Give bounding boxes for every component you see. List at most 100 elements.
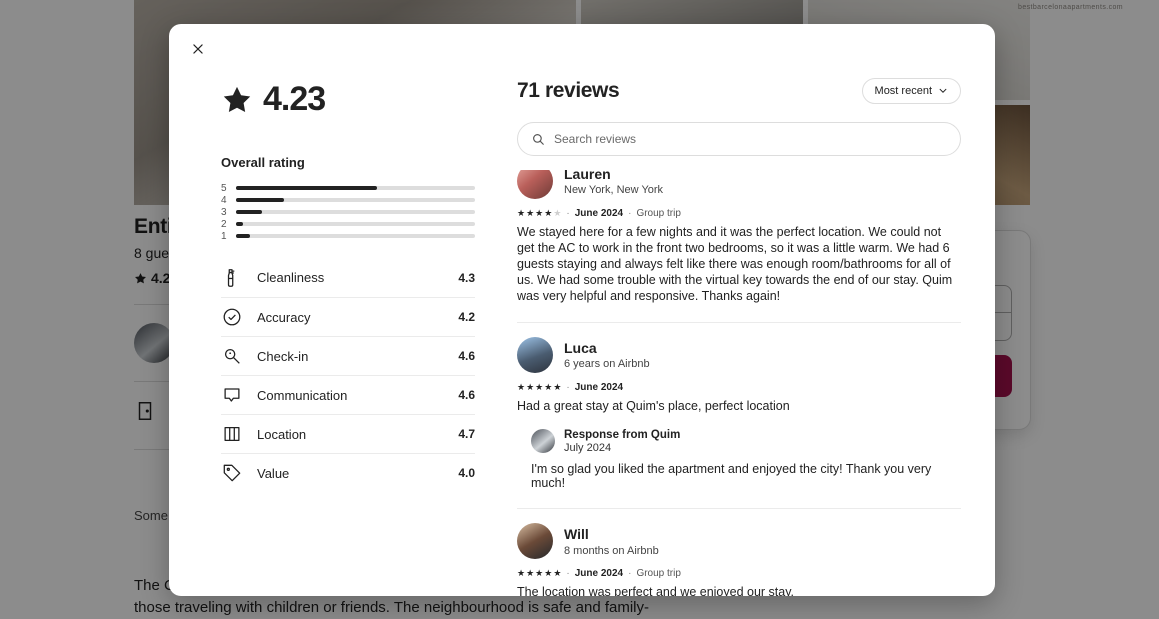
star-icon: ★ [544, 568, 553, 579]
star-icon: ★ [553, 382, 562, 392]
reviews-scroll: Lauren New York, New York ★ ★ ★ ★ ★ · June 2024 ·… [517, 170, 961, 596]
sort-dropdown[interactable]: Most recent [861, 78, 961, 104]
rating-bar-track [236, 234, 475, 238]
star-icon: ★ [535, 568, 544, 579]
checkin-icon [224, 348, 240, 364]
review-meta-row: ★ ★ ★ ★ ★ · June 2024 · Group trip [517, 208, 961, 219]
avatar[interactable] [531, 429, 555, 454]
review-date: June 2024 [574, 568, 624, 580]
reviews-modal: 4.23 Overall rating 54321 Cleanliness 4.3… [169, 24, 995, 596]
review-stars: ★ ★ ★ ★ ★ [517, 568, 561, 579]
review-item: Luca 6 years on Airbnb ★ ★ ★ ★ ★ · June 2024 Had … [517, 322, 961, 490]
review-text: The location was perfect and we enjoyed … [517, 585, 795, 596]
category-rating-row: Cleanliness 4.3 [221, 258, 475, 297]
avatar[interactable] [517, 170, 553, 199]
overall-rating-label: Overall rating [221, 155, 305, 170]
rating-bar-row: 4 [221, 194, 475, 206]
rating-bar-label: 2 [221, 218, 227, 230]
host-response-title: Response from Quim [564, 429, 681, 441]
rating-bar-label: 4 [221, 194, 227, 206]
star-icon: ★ [526, 382, 535, 392]
review-date: June 2024 [574, 208, 624, 219]
review-stars: ★ ★ ★ ★ ★ [517, 208, 561, 219]
meta-separator-2: · [628, 208, 632, 219]
rating-bar-label: 1 [221, 230, 227, 242]
reviews-count: 71 reviews [517, 79, 620, 102]
star-icon: ★ [535, 382, 544, 392]
rating-bar-track [236, 222, 475, 226]
reviewer-name: Will [564, 525, 589, 542]
location-icon [224, 426, 240, 442]
overall-score: 4.23 [263, 80, 326, 118]
overall-score-row: 4.23 [221, 80, 475, 119]
category-rating-label: Cleanliness [257, 270, 325, 285]
cleanliness-icon [227, 268, 235, 287]
category-rating-label: Communication [257, 387, 348, 403]
category-rating-row: Location 4.7 [221, 414, 475, 453]
modal-body: 4.23 Overall rating 54321 Cleanliness 4.3… [169, 72, 995, 596]
star-icon [223, 86, 251, 112]
host-response-header: Response from Quim July 2024 [531, 428, 961, 454]
category-rating-label: Check-in [257, 348, 309, 364]
review-trip-type: Group trip [636, 568, 681, 580]
category-rating-value: 4.6 [458, 349, 475, 363]
category-rating-value: 4.3 [458, 270, 475, 285]
rating-bar-track [236, 198, 475, 202]
rating-bar-label: 5 [221, 182, 227, 194]
avatar[interactable] [517, 337, 553, 373]
reviewer-meta: 8 months on Airbnb [564, 544, 659, 557]
star-icon: ★ [526, 568, 535, 579]
category-rating-value: 4.0 [458, 466, 475, 480]
category-rating-label: Accuracy [257, 309, 311, 325]
search-input[interactable] [517, 122, 961, 156]
star-icon: ★ [517, 208, 526, 218]
category-rating-row: Value 4.0 [221, 453, 475, 492]
rating-bar-label: 3 [221, 206, 227, 218]
reviews-panel: 71 reviews Most recent LaurenNe [499, 72, 995, 596]
reviewer-name: Lauren [564, 170, 611, 182]
category-rating-label: Location [257, 426, 307, 442]
rating-bar-row: 2 [221, 218, 475, 230]
modal-header [169, 24, 995, 72]
category-ratings: Cleanliness 4.3 Accuracy 4.2 Check-in 4.6 Comm… [221, 258, 475, 492]
star-icon: ★ [517, 382, 526, 392]
rating-distribution: 54321 [221, 182, 475, 242]
value-icon [223, 464, 241, 482]
communication-icon [224, 388, 240, 402]
star-icon: ★ [517, 568, 526, 579]
reviewer-header: Will 8 months on Airbnb [517, 523, 961, 560]
review-stars: ★ ★ ★ ★ ★ [517, 382, 561, 393]
host-response-date: July 2024 [564, 442, 612, 455]
host-response-text: I'm so glad you liked the apartment and … [531, 462, 932, 491]
sort-dropdown-label: Most recent [874, 85, 932, 97]
star-icon: ★ [526, 208, 535, 218]
rating-bar-row: 3 [221, 206, 475, 218]
rating-bar-row: 5 [221, 182, 475, 194]
page-root: bestbarcelonaapartments.com Entire renta… [0, 0, 1159, 619]
category-rating-row: Accuracy 4.2 [221, 297, 475, 336]
close-icon[interactable] [183, 34, 213, 64]
rating-bar-fill [236, 234, 251, 238]
reviews-list: Lauren New York, New York ★ ★ ★ ★ ★ · June 2024 ·… [517, 170, 961, 596]
search-icon [533, 134, 544, 145]
meta-separator: · [566, 568, 570, 580]
review-text: We stayed here for a few nights and it w… [517, 225, 953, 303]
rating-bar-fill [236, 198, 284, 202]
reviewer-meta: New York, New York [564, 184, 664, 197]
star-icon: ★ [535, 208, 544, 218]
meta-separator: · [566, 208, 570, 219]
rating-bar-track [236, 210, 475, 214]
star-icon: ★ [553, 568, 562, 579]
category-rating-value: 4.6 [458, 388, 475, 402]
category-rating-row: Communication 4.6 [221, 375, 475, 414]
rating-bar-track [236, 186, 475, 190]
meta-separator: · [566, 382, 570, 393]
accuracy-icon [223, 308, 241, 326]
review-item: Will 8 months on Airbnb ★ ★ ★ ★ ★ · June 2024 · Gr… [517, 508, 961, 596]
rating-bar-fill [236, 222, 244, 226]
review-text: Had a great stay at Quim's place, perfec… [517, 399, 790, 413]
category-rating-label: Value [257, 465, 290, 481]
search-reviews-wrap [517, 122, 961, 156]
avatar[interactable] [517, 523, 553, 560]
reviewer-header: Lauren New York, New York [517, 170, 961, 199]
